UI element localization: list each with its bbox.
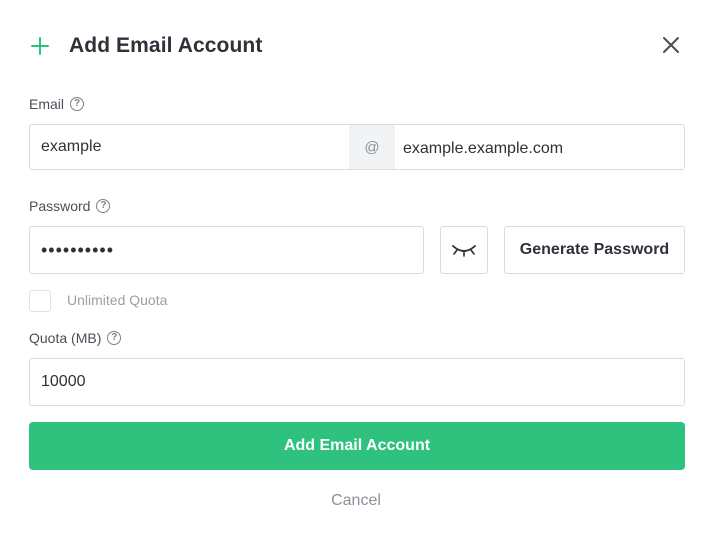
dialog-header: Add Email Account (29, 30, 682, 62)
password-label: Password (29, 198, 91, 214)
quota-label-row: Quota (MB) ? (29, 330, 122, 346)
dialog-title: Add Email Account (69, 34, 263, 57)
unlimited-quota-label[interactable]: Unlimited Quota (67, 292, 167, 308)
email-label-row: Email ? (29, 96, 85, 112)
quota-label: Quota (MB) (29, 330, 102, 346)
close-button[interactable] (660, 34, 682, 56)
plus-icon (29, 35, 51, 57)
email-local-part-input[interactable] (30, 125, 349, 169)
email-label: Email (29, 96, 65, 112)
email-help-icon[interactable]: ? (70, 97, 85, 111)
generate-password-button[interactable]: Generate Password (504, 226, 685, 274)
at-symbol-addon: @ (349, 125, 395, 169)
password-masked-value: •••••••••• (41, 239, 115, 260)
quota-input[interactable]: 10000 (29, 358, 685, 406)
password-input[interactable]: •••••••••• (29, 226, 424, 274)
email-domain-value: example.example.com (403, 139, 564, 157)
quota-help-icon[interactable]: ? (107, 331, 122, 345)
close-icon (663, 37, 679, 53)
toggle-password-visibility-button[interactable] (440, 226, 488, 274)
password-help-icon[interactable]: ? (96, 199, 111, 213)
eye-closed-icon (452, 245, 476, 257)
quota-value: 10000 (41, 373, 86, 390)
add-email-account-button[interactable]: Add Email Account (29, 422, 685, 470)
unlimited-quota-checkbox[interactable] (29, 290, 51, 312)
email-input-group: @ example.example.com (29, 124, 685, 170)
add-email-account-dialog: Add Email Account Email ? @ example.exam… (0, 0, 712, 550)
password-label-row: Password ? (29, 198, 111, 214)
cancel-button[interactable]: Cancel (0, 492, 712, 510)
